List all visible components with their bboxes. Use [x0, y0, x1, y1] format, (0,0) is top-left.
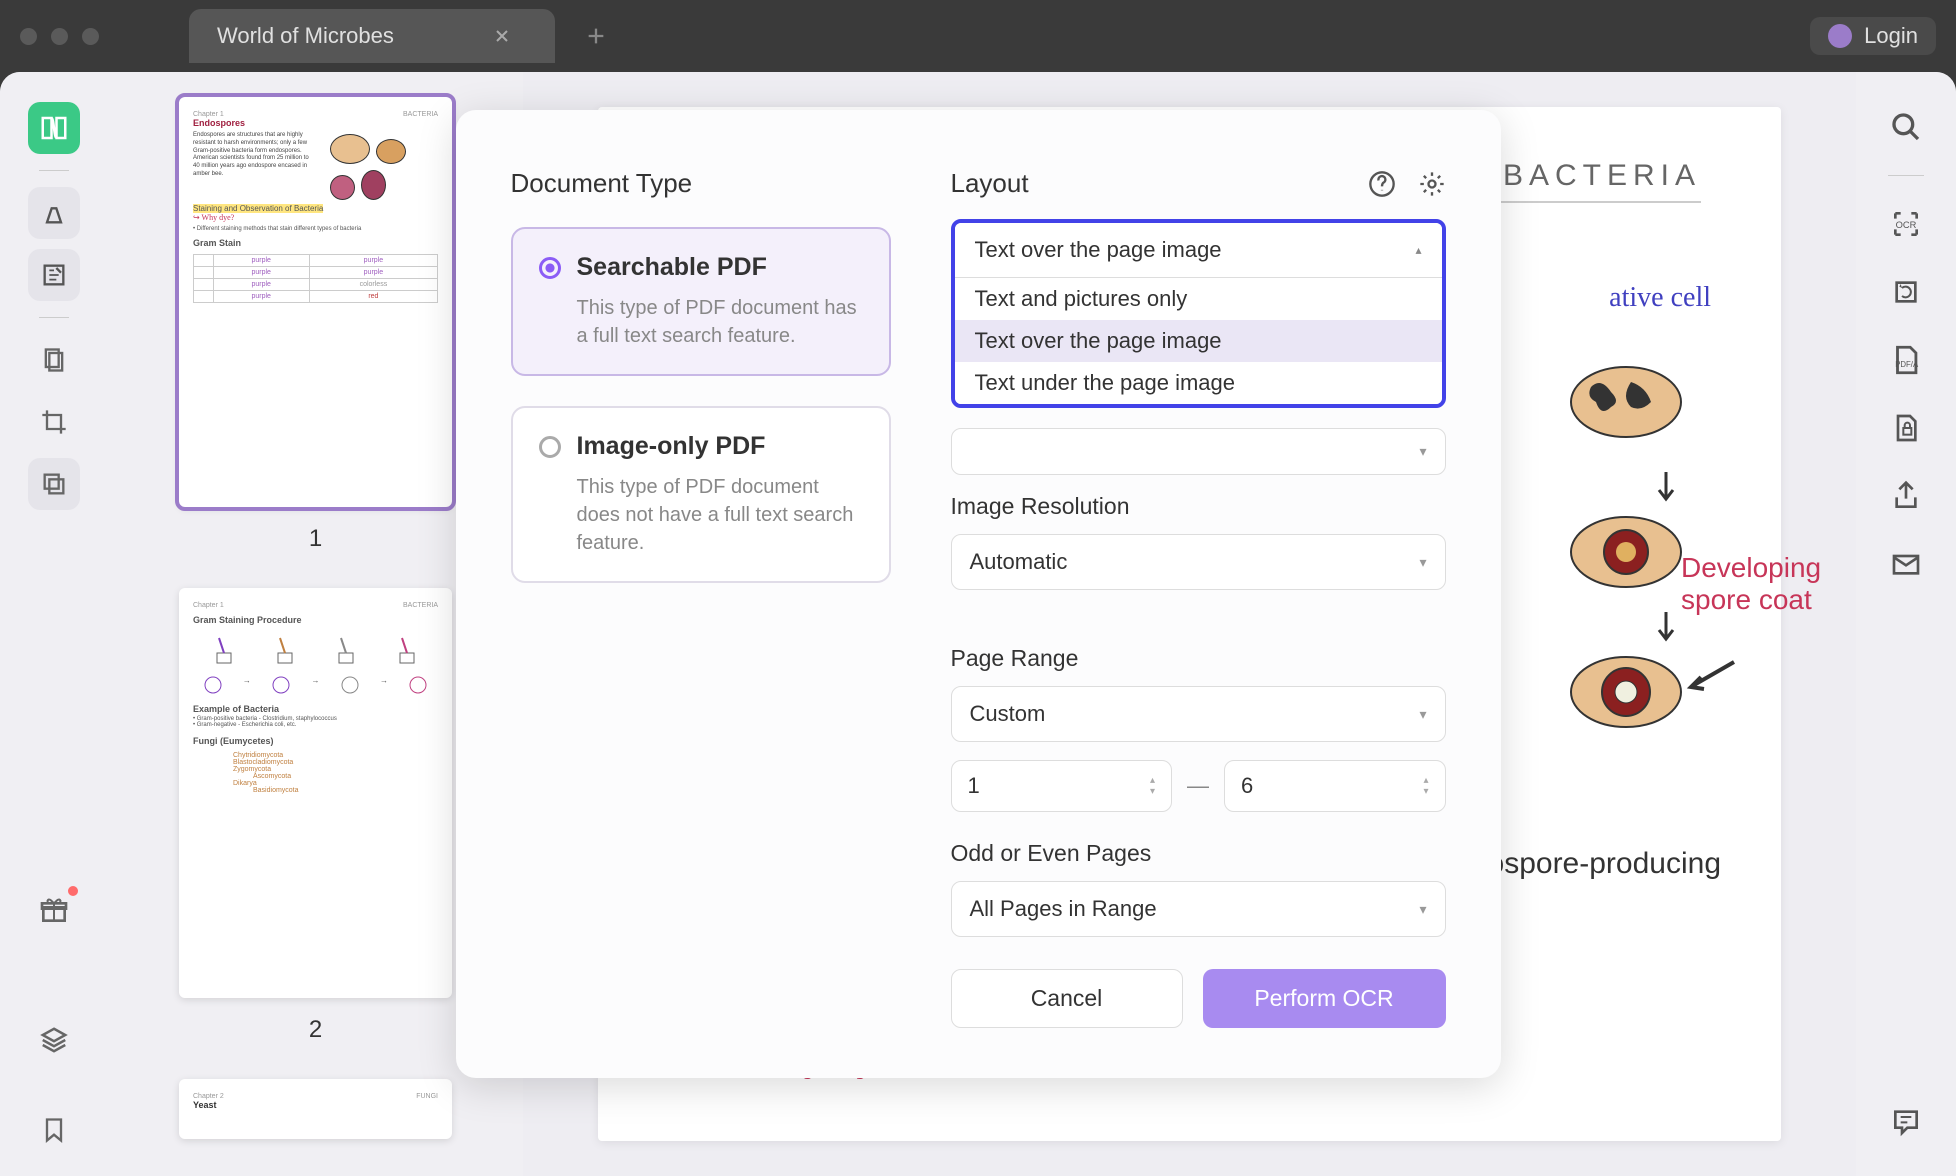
searchable-pdf-option[interactable]: Searchable PDF This type of PDF document…	[511, 227, 891, 376]
ocr-settings-modal: Document Type Searchable PDF This type o…	[456, 110, 1501, 1078]
image-resolution-label: Image Resolution	[951, 493, 1446, 520]
range-from-input[interactable]: 1 ▴▾	[951, 760, 1173, 812]
layout-option[interactable]: Text and pictures only	[955, 278, 1442, 320]
selected-text: Text over the page image	[975, 237, 1222, 263]
range-to-input[interactable]: 6 ▴▾	[1224, 760, 1446, 812]
image-resolution-select[interactable]: Automatic ▾	[951, 534, 1446, 590]
modal-overlay: Document Type Searchable PDF This type o…	[0, 0, 1956, 1176]
layout-option[interactable]: Text over the page image	[955, 320, 1442, 362]
cancel-button[interactable]: Cancel	[951, 969, 1183, 1028]
layout-title: Layout	[951, 168, 1029, 199]
select-value: All Pages in Range	[970, 896, 1157, 922]
page-range-select[interactable]: Custom ▾	[951, 686, 1446, 742]
range-separator: —	[1187, 773, 1209, 799]
option-description: This type of PDF document does not have …	[577, 473, 863, 557]
layout-option[interactable]: Text under the page image	[955, 362, 1442, 404]
odd-even-select[interactable]: All Pages in Range ▾	[951, 881, 1446, 937]
document-type-title: Document Type	[511, 168, 891, 199]
modal-right-column: Layout Text over the page image ▴ Text a…	[951, 168, 1446, 1028]
layout-options-list: Text and pictures only Text over the pag…	[955, 278, 1442, 404]
page-range-label: Page Range	[951, 645, 1446, 672]
modal-left-column: Document Type Searchable PDF This type o…	[511, 168, 891, 1028]
select-value: Automatic	[970, 549, 1068, 575]
layout-dropdown[interactable]: Text over the page image ▴ Text and pict…	[951, 219, 1446, 408]
stepper-icon[interactable]: ▴▾	[1150, 775, 1155, 797]
image-only-pdf-option[interactable]: Image-only PDF This type of PDF document…	[511, 406, 891, 583]
layout-selected-value[interactable]: Text over the page image ▴	[955, 223, 1442, 278]
partial-select-field[interactable]: ▾	[951, 428, 1446, 475]
perform-ocr-button[interactable]: Perform OCR	[1203, 969, 1446, 1028]
gear-icon[interactable]	[1418, 170, 1446, 198]
radio-unchecked-icon	[539, 436, 561, 458]
option-description: This type of PDF document has a full tex…	[577, 294, 863, 350]
option-title: Searchable PDF	[577, 253, 767, 282]
input-value: 1	[968, 773, 980, 799]
stepper-icon[interactable]: ▴▾	[1423, 775, 1428, 797]
chevron-down-icon: ▾	[1419, 554, 1426, 571]
option-title: Image-only PDF	[577, 432, 766, 461]
chevron-down-icon: ▾	[1419, 443, 1426, 460]
select-value: Custom	[970, 701, 1046, 727]
chevron-down-icon: ▾	[1419, 901, 1426, 918]
chevron-down-icon: ▾	[1419, 706, 1426, 723]
odd-even-label: Odd or Even Pages	[951, 840, 1446, 867]
input-value: 6	[1241, 773, 1253, 799]
radio-checked-icon	[539, 257, 561, 279]
help-icon[interactable]	[1368, 170, 1396, 198]
chevron-up-icon: ▴	[1415, 243, 1421, 257]
